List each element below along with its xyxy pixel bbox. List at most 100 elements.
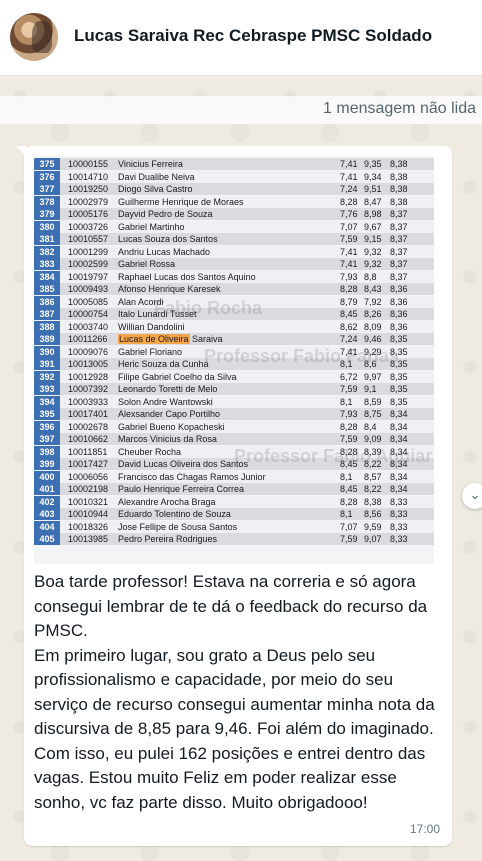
row-name: Lucas de Oliveira Saraiva [118,333,223,345]
row-registration: 10019250 [68,184,109,194]
row-name: Guilherme Henrique de Moraes [118,196,244,207]
chat-header[interactable]: Lucas Saraiva Rec Cebraspe PMSC Soldado [0,0,482,76]
message-time: 17:00 [409,822,440,836]
row-name: Afonso Henrique Karesek [118,284,221,294]
row-registration: 10003740 [68,321,109,332]
row-name: Solon Andre Wantowski [118,396,213,407]
row-registration: 10003726 [68,221,109,232]
row-score-final: 8,34 [390,471,408,482]
row-score-b: 8,98 [364,209,382,219]
scroll-down-button[interactable]: ⌄ [462,483,482,509]
row-score-b: 8,22 [364,484,382,494]
row-position: 378 [34,195,60,208]
row-score-b: 8,09 [364,321,382,332]
table-row: 378 10002979 Guilherme Henrique de Moraes 8… [34,195,434,208]
row-position: 387 [34,308,60,320]
attached-photo[interactable]: 375 10000155 Vinicius Ferreira 7,41 9,35 8,38… [34,156,434,564]
row-score-b: 9,07 [364,534,382,544]
table-row: 379 10005176 Dayvid Pedro de Souza 7,76 8,98… [34,208,434,220]
row-name: Alexsander Capo Portilho [118,409,221,419]
row-registration: 10010321 [68,496,109,507]
row-position: 379 [34,208,60,220]
row-score-b: 8,8 [364,271,377,282]
row-name: Vinicius Ferreira [118,159,183,169]
row-score-final: 8,36 [390,284,408,294]
row-name: Pedro Pereira Rodrigues [118,534,218,544]
row-score-final: 8,36 [390,321,408,332]
row-score-final: 8,37 [390,259,408,269]
row-score-a: 8,28 [340,496,358,507]
row-score-b: 9,32 [364,259,382,269]
row-registration: 10002599 [68,259,109,269]
table-row: 381 10010557 Lucas Souza dos Santos 7,59 9,1… [34,233,434,245]
row-name: Jose Fellipe de Sousa Santos [118,521,238,532]
table-row: 388 10003740 Willian Dandolini 8,62 8,09 8,36 [34,320,434,333]
row-score-a: 7,24 [340,334,358,344]
row-score-b: 9,67 [364,221,382,232]
row-registration: 10011266 [68,334,108,344]
row-name: David Lucas Oliveira dos Santos [118,459,249,469]
row-score-final: 8,38 [390,171,408,182]
row-registration: 10018326 [68,521,109,532]
row-registration: 10005085 [68,296,109,307]
row-registration: 10019797 [68,271,109,282]
row-score-final: 8,37 [390,221,408,232]
message-bubble[interactable]: 375 10000155 Vinicius Ferreira 7,41 9,35 8,38… [24,146,452,846]
row-score-a: 8,45 [340,309,358,319]
row-position: 377 [34,183,60,195]
row-registration: 10005176 [68,209,109,219]
row-score-a: 7,07 [340,521,358,532]
row-score-final: 8,37 [390,234,408,244]
row-score-a: 8,1 [340,509,353,519]
row-score-a: 8,45 [340,484,358,494]
row-score-a: 8,28 [340,284,358,294]
row-score-b: 8,26 [364,309,382,319]
row-position: 382 [34,245,60,258]
row-registration: 10011851 [68,446,108,457]
row-name: Dayvid Pedro de Souza [118,209,213,219]
row-position: 403 [34,508,60,520]
row-score-a: 8,62 [340,321,358,332]
row-registration: 10012928 [68,371,109,382]
row-score-b: 8,47 [364,196,382,207]
row-score-b: 8,43 [364,284,382,294]
row-score-final: 8,38 [390,184,408,194]
row-position: 394 [34,395,60,408]
row-score-b: 9,15 [364,234,382,244]
chat-title[interactable]: Lucas Saraiva Rec Cebraspe PMSC Soldado [74,26,432,46]
row-position: 404 [34,520,60,533]
row-score-a: 7,41 [340,159,358,169]
row-registration: 10002678 [68,421,109,432]
row-name: Leonardo Toretti de Melo [118,384,218,394]
row-score-b: 9,59 [364,521,382,532]
row-score-final: 8,35 [390,334,408,344]
row-score-b: 9,46 [364,334,382,344]
row-registration: 10007392 [68,384,109,394]
row-score-a: 7,41 [340,259,358,269]
row-score-b: 9,51 [364,184,382,194]
row-score-final: 8,34 [390,484,408,494]
row-score-b: 8,4 [364,421,377,432]
row-name: Paulo Henrique Ferreira Correa [118,484,245,494]
contact-avatar[interactable] [10,13,58,61]
row-score-final: 8,33 [390,521,408,532]
row-position: 389 [34,333,60,345]
row-position: 388 [34,320,60,333]
photo-watermark: Professor Fabio Aguiar [234,446,433,466]
row-position: 399 [34,458,60,470]
row-score-final: 8,34 [390,434,408,444]
row-position: 393 [34,383,60,395]
row-score-final: 8,37 [390,246,408,257]
row-registration: 10014710 [68,171,109,182]
table-row: 394 10003933 Solon Andre Wantowski 8,1 8,59 8… [34,395,434,408]
row-registration: 10009076 [68,346,109,357]
row-score-a: 7,93 [340,271,358,282]
table-row: 402 10010321 Alexandre Arocha Braga 8,28 8,3… [34,495,434,508]
row-score-b: 9,35 [364,159,382,169]
table-row: 403 10010944 Eduardo Tolentino de Souza 8,1… [34,508,434,520]
row-registration: 10006056 [68,471,109,482]
row-score-a: 8,28 [340,196,358,207]
row-score-b: 8,38 [364,496,382,507]
row-score-b: 7,92 [364,296,382,307]
row-name: Francisco das Chagas Ramos Junior [118,471,266,482]
